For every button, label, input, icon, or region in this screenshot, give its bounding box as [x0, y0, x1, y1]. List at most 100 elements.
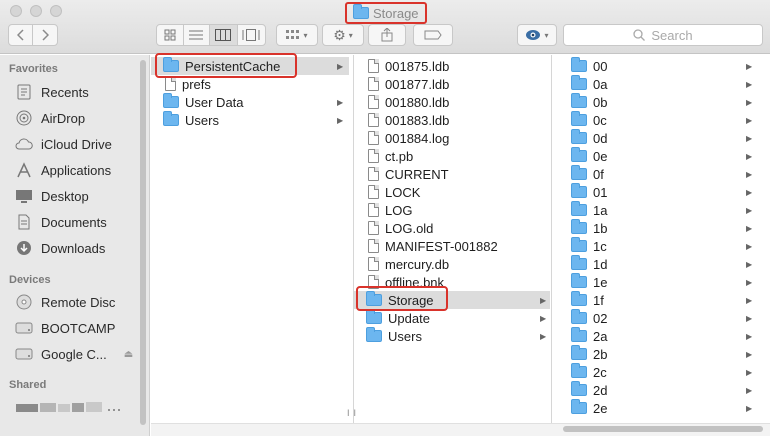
list-item[interactable]: 01 ▶	[552, 183, 758, 201]
item-name: 0e	[593, 148, 608, 164]
file-icon	[368, 149, 379, 163]
file-icon	[368, 95, 379, 109]
list-item[interactable]: MANIFEST-001882	[354, 237, 550, 255]
chevron-right-icon: ▶	[337, 115, 344, 125]
gallery-view-button[interactable]	[238, 25, 265, 45]
list-item[interactable]: Users ▶	[151, 111, 349, 129]
sidebar-item-bootcamp[interactable]: BOOTCAMP	[14, 317, 115, 339]
document-icon	[14, 213, 34, 231]
chevron-right-icon: ▶	[746, 61, 753, 71]
zoom-window-button[interactable]	[50, 5, 62, 17]
list-item[interactable]: 0b ▶	[552, 93, 758, 111]
list-item[interactable]: 001880.ldb	[354, 93, 550, 111]
sidebar-item-google-drive[interactable]: Google C... ⏏	[14, 343, 133, 365]
chevron-down-icon: ▾	[544, 30, 549, 40]
list-item[interactable]: 2c ▶	[552, 363, 758, 381]
sidebar-item-airdrop[interactable]: AirDrop	[14, 107, 85, 129]
item-name: LOG	[385, 202, 413, 218]
item-name: 0c	[593, 112, 607, 128]
folder-icon	[571, 129, 587, 144]
list-item[interactable]: 02 ▶	[552, 309, 758, 327]
list-item[interactable]: Users ▶	[354, 327, 550, 345]
icon-view-button[interactable]	[157, 25, 184, 45]
group-icon	[286, 30, 300, 39]
list-item[interactable]: 0c ▶	[552, 111, 758, 129]
item-name: 2e	[593, 400, 608, 416]
quick-look-button[interactable]: ▾	[517, 24, 557, 46]
search-input[interactable]: Search	[563, 24, 763, 46]
list-item[interactable]: 1c ▶	[552, 237, 758, 255]
list-item[interactable]: 1a ▶	[552, 201, 758, 219]
action-button[interactable]: ⚙ ▾	[322, 24, 364, 46]
sidebar-item-shared-computer[interactable]	[14, 401, 124, 413]
drive-icon	[14, 345, 34, 363]
list-item[interactable]: LOG	[354, 201, 550, 219]
sidebar-item-desktop[interactable]: Desktop	[14, 185, 89, 207]
item-name: mercury.db	[385, 256, 450, 272]
horizontal-scrollbar[interactable]	[563, 426, 763, 432]
sidebar-item-downloads[interactable]: Downloads	[14, 237, 105, 259]
list-item[interactable]: 0f ▶	[552, 165, 758, 183]
item-name: LOG.old	[385, 220, 434, 236]
sidebar-scrollbar[interactable]	[140, 60, 146, 425]
list-item[interactable]: 00 ▶	[552, 57, 758, 75]
list-item[interactable]: User Data ▶	[151, 93, 349, 111]
folder-icon	[366, 309, 382, 324]
folder-icon	[366, 327, 382, 342]
item-name: Users	[388, 328, 422, 344]
sidebar-item-recents[interactable]: Recents	[14, 81, 89, 103]
sidebar-item-documents[interactable]: Documents	[14, 211, 107, 233]
chevron-down-icon: ▾	[348, 30, 353, 40]
list-item[interactable]: LOCK	[354, 183, 550, 201]
item-name: 2b	[593, 346, 608, 362]
back-button[interactable]	[9, 25, 34, 45]
list-item[interactable]: 001875.ldb	[354, 57, 550, 75]
item-name: 0a	[593, 76, 608, 92]
list-item[interactable]: mercury.db	[354, 255, 550, 273]
highlight-box	[155, 53, 297, 78]
list-item[interactable]: 001884.log	[354, 129, 550, 147]
list-item[interactable]: CURRENT	[354, 165, 550, 183]
sidebar-item-label: Remote Disc	[41, 294, 116, 310]
sidebar-item-icloud-drive[interactable]: iCloud Drive	[14, 133, 112, 155]
list-item[interactable]: 1d ▶	[552, 255, 758, 273]
minimize-window-button[interactable]	[30, 5, 42, 17]
list-item[interactable]: 0e ▶	[552, 147, 758, 165]
list-item[interactable]: 001883.ldb	[354, 111, 550, 129]
close-window-button[interactable]	[10, 5, 22, 17]
eject-icon[interactable]: ⏏	[124, 349, 133, 360]
edit-tags-button[interactable]	[413, 24, 453, 46]
list-item[interactable]: 1f ▶	[552, 291, 758, 309]
sidebar-item-remote-disc[interactable]: Remote Disc	[14, 291, 115, 313]
list-item[interactable]: 1e ▶	[552, 273, 758, 291]
item-name: 2d	[593, 382, 608, 398]
list-view-button[interactable]	[184, 25, 211, 45]
forward-button[interactable]	[33, 25, 57, 45]
folder-icon	[571, 273, 587, 288]
share-button[interactable]	[368, 24, 406, 46]
file-icon	[368, 113, 379, 127]
list-item[interactable]: 2a ▶	[552, 327, 758, 345]
drive-icon	[14, 319, 34, 337]
list-item[interactable]: ct.pb	[354, 147, 550, 165]
sidebar-item-applications[interactable]: Applications	[14, 159, 111, 181]
group-button[interactable]: ▾	[276, 24, 318, 46]
sidebar-item-label: iCloud Drive	[41, 136, 112, 152]
list-item[interactable]: LOG.old	[354, 219, 550, 237]
folder-icon	[571, 183, 587, 198]
item-name: 001877.ldb	[385, 76, 450, 92]
list-item[interactable]: 1b ▶	[552, 219, 758, 237]
list-item[interactable]: 0a ▶	[552, 75, 758, 93]
chevron-right-icon: ▶	[746, 241, 753, 251]
list-item[interactable]: 0d ▶	[552, 129, 758, 147]
column-resize-handle[interactable]: II	[347, 408, 349, 418]
list-item[interactable]: 2d ▶	[552, 381, 758, 399]
sidebar-item-label: Downloads	[41, 240, 106, 256]
list-item[interactable]: 2e ▶	[552, 399, 758, 417]
list-item[interactable]: Update ▶	[354, 309, 550, 327]
column-view-button[interactable]	[210, 25, 238, 45]
chevron-right-icon: ▶	[746, 223, 753, 233]
column-resize-handle[interactable]: II	[354, 408, 357, 418]
list-item[interactable]: 001877.ldb	[354, 75, 550, 93]
list-item[interactable]: 2b ▶	[552, 345, 758, 363]
